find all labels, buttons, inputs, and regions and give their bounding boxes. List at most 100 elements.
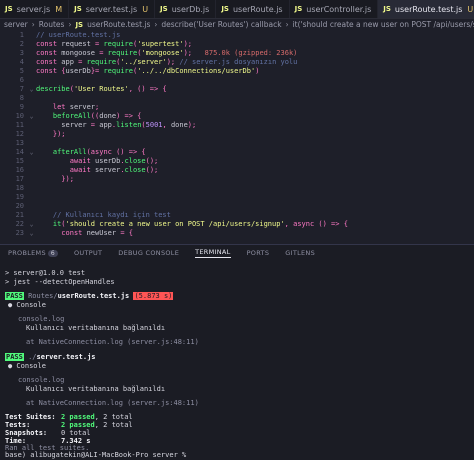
line-number: 12	[15, 130, 24, 138]
code-line[interactable]: 3 const mongoose = require('mongoose'); 8…	[0, 49, 474, 58]
code-editor[interactable]: 1 // userRoute.test.js 2 const request = re…	[0, 31, 474, 243]
code-line[interactable]: 18	[0, 184, 474, 193]
line-number: 14	[15, 148, 24, 156]
line-number: 1	[19, 31, 24, 39]
code-line[interactable]: 4 const app = require('../server'); // se…	[0, 58, 474, 67]
breadcrumb-describe[interactable]: describe('User Routes') callback	[161, 20, 281, 29]
panel-tab-bar: PROBLEMS 6 OUTPUT DEBUG CONSOLE TERMINAL …	[0, 244, 474, 261]
tab-label: userController.js	[306, 4, 372, 14]
line-number: 17	[15, 175, 24, 183]
tab-server-js[interactable]: JS server.js M	[0, 0, 70, 18]
tab-output[interactable]: OUTPUT	[74, 249, 102, 257]
tab-userroute-test-js[interactable]: JSuserRoute.test.jsU✕	[378, 0, 474, 18]
line-number: 18	[15, 184, 24, 192]
code-line[interactable]: 22 ⌄ it('should create a new user on POST…	[0, 220, 474, 229]
js-file-icon: JS	[294, 5, 303, 13]
summary-total: , 2 total	[94, 413, 133, 421]
code-line[interactable]: 9 let server;	[0, 103, 474, 112]
tab-userroute-js[interactable]: JS userRoute.js	[216, 0, 290, 18]
suite-dir: Routes/	[28, 292, 58, 300]
fold-gutter	[27, 166, 36, 175]
fold-gutter	[27, 58, 36, 67]
terminal-output[interactable]: > server@1.0.0 test > jest --detectOpenH…	[0, 261, 474, 460]
tab-server-test-js[interactable]: JS server.test.js U	[69, 0, 156, 18]
console-log-label: console.log	[18, 315, 65, 323]
code-line[interactable]: 6	[0, 76, 474, 85]
code-text: it('should create a new user on POST /ap…	[52, 220, 348, 228]
import-size-hint: 875.0k (gzipped: 236k)	[204, 49, 298, 57]
summary-total: , 2 total	[94, 421, 133, 429]
line-number: 16	[15, 166, 24, 174]
tab-label: server.test.js	[85, 4, 138, 14]
code-line[interactable]: 12 });	[0, 130, 474, 139]
tab-ports[interactable]: PORTS	[247, 249, 270, 257]
code-line[interactable]: 7 ⌄ describe('User Routes', () => {	[0, 85, 474, 94]
fold-chevron-icon[interactable]: ⌄	[27, 148, 36, 157]
line-number: 20	[15, 202, 24, 210]
terminal-line: > server@1.0.0 test	[5, 269, 86, 277]
code-text: const mongoose = require('mongoose'); 87…	[36, 49, 298, 57]
tab-userdb-js[interactable]: JS userDb.js	[155, 0, 217, 18]
fold-gutter	[27, 67, 36, 76]
code-line[interactable]: 11 server = app.listen(5001, done);	[0, 121, 474, 130]
line-number: 9	[19, 103, 24, 111]
fold-chevron-icon[interactable]: ⌄	[27, 85, 36, 94]
code-line[interactable]: 2 const request = require('supertest');	[0, 40, 474, 49]
line-number: 3	[19, 49, 24, 57]
code-line[interactable]: 23 ⌄ const newUser = {	[0, 229, 474, 238]
code-line[interactable]: 13	[0, 139, 474, 148]
code-line[interactable]: 21 // Kullanıcı kaydı için test	[0, 211, 474, 220]
tab-debug-console[interactable]: DEBUG CONSOLE	[118, 249, 179, 257]
console-log-message: Kullanıcı veritabanına bağlanıldı	[26, 385, 166, 393]
code-text: });	[36, 130, 66, 138]
code-line[interactable]: 8	[0, 94, 474, 103]
fold-chevron-icon[interactable]: ⌄	[27, 229, 36, 238]
breadcrumb-routes[interactable]: Routes	[39, 20, 65, 29]
code-line[interactable]: 10 ⌄ beforeAll((done) => {	[0, 112, 474, 121]
console-log-label: console.log	[18, 376, 65, 384]
line-number: 6	[19, 76, 24, 84]
fold-gutter	[27, 40, 36, 49]
js-file-icon: JS	[383, 5, 391, 13]
tab-usercontroller-js[interactable]: JS userController.js	[290, 0, 379, 18]
js-file-icon: JS	[75, 20, 84, 29]
code-line[interactable]: 19	[0, 193, 474, 202]
tab-problems[interactable]: PROBLEMS 6	[8, 249, 58, 257]
breadcrumb: server › Routes › JS userRoute.test.js ›…	[0, 19, 474, 30]
fold-chevron-icon[interactable]: ⌄	[27, 220, 36, 229]
js-file-icon: JS	[221, 5, 229, 13]
code-line[interactable]: 16 await server.close();	[0, 166, 474, 175]
breadcrumb-file[interactable]: userRoute.test.js	[87, 20, 150, 29]
tab-label: userRoute.test.js	[394, 4, 463, 14]
code-line[interactable]: 17 });	[0, 175, 474, 184]
js-file-icon: JS	[5, 5, 13, 13]
summary-passed: 2 passed	[61, 413, 95, 421]
code-line[interactable]: 15 await userDb.close();	[0, 157, 474, 166]
test-result-line: PASS Routes/userRoute.test.js (5.873 s)	[5, 292, 174, 301]
code-line[interactable]: 1 // userRoute.test.js	[0, 31, 474, 40]
fold-gutter	[27, 175, 36, 184]
chevron-right-icon: ›	[31, 20, 35, 29]
line-number: 15	[15, 157, 24, 165]
code-text: await server.close();	[69, 166, 159, 174]
fold-chevron-icon[interactable]: ⌄	[27, 112, 36, 121]
code-line[interactable]: 5 const {userDb}= require('../../dbConnec…	[0, 67, 474, 76]
shell-prompt[interactable]: base) alibugatekin@ALI-MacBook-Pro serve…	[5, 451, 186, 460]
breadcrumb-it[interactable]: it('should create a new user on POST /ap…	[293, 20, 474, 29]
line-number: 21	[15, 211, 24, 219]
code-line[interactable]: 20	[0, 202, 474, 211]
console-header: ● Console	[8, 301, 46, 309]
modified-badge: M	[55, 4, 63, 14]
code-text: const {userDb}= require('../../dbConnect…	[36, 67, 260, 75]
tab-gitlens[interactable]: GITLENS	[285, 249, 315, 257]
fold-gutter	[27, 31, 36, 40]
code-line[interactable]: 14 ⌄ afterAll(async () => {	[0, 148, 474, 157]
js-file-icon: JS	[74, 5, 82, 13]
tab-terminal[interactable]: TERMINAL	[195, 248, 231, 258]
line-number: 11	[15, 121, 24, 129]
line-number: 22	[15, 220, 24, 228]
summary-passed: 2 passed	[61, 421, 95, 429]
fold-gutter	[27, 211, 36, 220]
breadcrumb-folder[interactable]: server	[4, 20, 28, 29]
code-text: server = app.listen(5001, done);	[61, 121, 197, 129]
